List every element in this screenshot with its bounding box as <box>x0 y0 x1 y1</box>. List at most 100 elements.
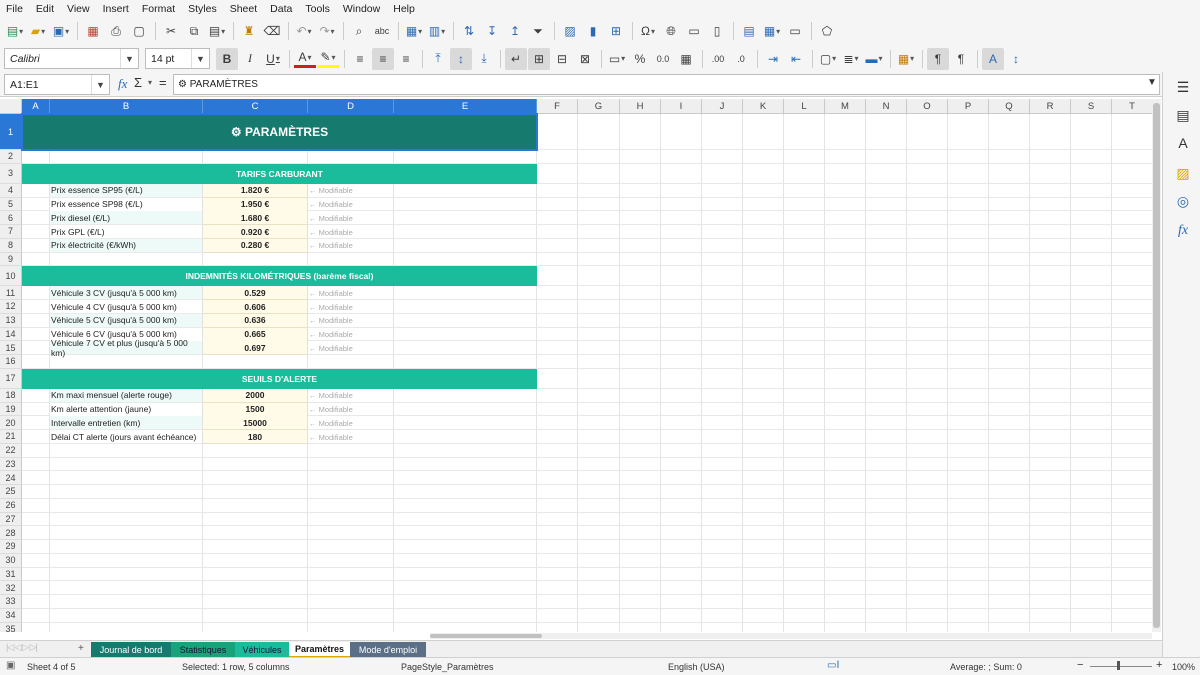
row-header-18[interactable]: 18 <box>0 388 22 403</box>
parameter-value[interactable]: 1500 <box>203 402 308 417</box>
modifiable-note[interactable]: ← Modifiable <box>309 300 353 314</box>
menu-edit[interactable]: Edit <box>36 3 54 15</box>
menu-tools[interactable]: Tools <box>305 3 330 15</box>
zoom-level[interactable]: 100% <box>1172 662 1195 672</box>
align-left-icon[interactable]: ≡ <box>349 48 371 70</box>
column-header-j[interactable]: J <box>702 99 743 114</box>
freeze-rows-columns-icon[interactable]: ▦ <box>761 20 783 42</box>
decrease-indent-icon[interactable]: ⇤ <box>785 48 807 70</box>
menu-styles[interactable]: Styles <box>188 3 217 15</box>
font-size-combo[interactable]: 14 pt ▼ <box>145 48 210 69</box>
sort-descending-icon[interactable]: ↥ <box>504 20 526 42</box>
parameter-label[interactable]: Véhicule 4 CV (jusqu'à 5 000 km) <box>50 300 203 314</box>
unmerge-cells-icon[interactable]: ⊠ <box>574 48 596 70</box>
parameter-value[interactable]: 1.820 € <box>203 183 308 198</box>
spelling-icon[interactable]: abc <box>371 20 393 42</box>
modifiable-note[interactable]: ← Modifiable <box>309 341 353 355</box>
row-header-28[interactable]: 28 <box>0 526 22 540</box>
border-color-icon[interactable]: ▬ <box>863 48 885 70</box>
comment-icon[interactable]: ▭ <box>683 20 705 42</box>
column-header-m[interactable]: M <box>825 99 866 114</box>
navigator-icon[interactable]: ◎ <box>1172 190 1194 212</box>
undo-icon[interactable]: ↶ <box>293 20 315 42</box>
column-header-e[interactable]: E <box>394 99 537 114</box>
parameter-label[interactable]: Prix essence SP95 (€/L) <box>50 183 203 198</box>
zoom-in-icon[interactable]: + <box>1156 659 1162 671</box>
underline-icon[interactable]: U <box>262 48 284 70</box>
page-style[interactable]: PageStyle_Paramètres <box>401 662 494 672</box>
row-header-14[interactable]: 14 <box>0 327 22 342</box>
conditional-format-icon[interactable]: ▦ <box>895 48 917 70</box>
modifiable-note[interactable]: ← Modifiable <box>309 211 353 225</box>
merge-center-icon[interactable]: ⊞ <box>528 47 550 70</box>
parameter-value[interactable]: 2000 <box>203 388 308 403</box>
percent-format-icon[interactable]: % <box>629 48 651 70</box>
borders-icon[interactable]: ▢ <box>817 48 839 70</box>
row-header-29[interactable]: 29 <box>0 540 22 554</box>
highlight-color-icon[interactable]: ✎ <box>317 50 339 68</box>
spreadsheet-grid[interactable]: ABCDEFGHIJKLMNOPQRST 1 2 3 4 5 6 7 8 9 10 11 12 13 14… <box>0 99 1152 632</box>
find-replace-icon[interactable]: ⌕ <box>348 20 370 42</box>
date-format-icon[interactable]: ▦ <box>675 48 697 70</box>
parameter-label[interactable]: Véhicule 5 CV (jusqu'à 5 000 km) <box>50 313 203 328</box>
menu-view[interactable]: View <box>67 3 90 15</box>
clear-formatting-icon[interactable]: ⌫ <box>261 20 283 42</box>
row-header-13[interactable]: 13 <box>0 313 22 328</box>
row-header-32[interactable]: 32 <box>0 581 22 595</box>
sheet-tab-4[interactable]: Paramètres <box>289 642 350 658</box>
modifiable-note[interactable]: ← Modifiable <box>309 184 353 198</box>
row-header-22[interactable]: 22 <box>0 443 22 458</box>
parameter-label[interactable]: Prix essence SP98 (€/L) <box>50 197 203 212</box>
zoom-slider[interactable] <box>1090 666 1152 667</box>
row-header-19[interactable]: 19 <box>0 402 22 417</box>
parameter-label[interactable]: Véhicule 3 CV (jusqu'à 5 000 km) <box>50 286 203 301</box>
row-header-23[interactable]: 23 <box>0 457 22 472</box>
column-header-i[interactable]: I <box>661 99 702 114</box>
text-horizontal-icon[interactable]: A <box>982 47 1004 70</box>
parameter-value[interactable]: 180 <box>203 430 308 444</box>
parameter-value[interactable]: 0.280 € <box>203 238 308 253</box>
horizontal-scroll-thumb[interactable] <box>430 634 542 638</box>
row-header-33[interactable]: 33 <box>0 595 22 609</box>
sheet-tab-3[interactable]: Véhicules <box>235 642 289 658</box>
selection-mode-icon[interactable]: ▭Ⅰ <box>827 660 839 671</box>
font-color-icon[interactable]: A <box>294 50 316 68</box>
insert-image-icon[interactable]: ▨ <box>559 20 581 42</box>
modifiable-note[interactable]: ← Modifiable <box>309 239 353 253</box>
parameter-value[interactable]: 15000 <box>203 416 308 431</box>
chevron-down-icon[interactable]: ▼ <box>120 49 138 68</box>
row-header-21[interactable]: 21 <box>0 430 22 444</box>
section-header[interactable]: TARIFS CARBURANT <box>22 163 537 184</box>
parameter-value[interactable]: 1.680 € <box>203 211 308 226</box>
column-header-l[interactable]: L <box>784 99 825 114</box>
function-wizard-icon[interactable]: fx <box>118 76 127 92</box>
parameter-label[interactable]: Prix diesel (€/L) <box>50 211 203 226</box>
menu-data[interactable]: Data <box>270 3 292 15</box>
column-header-c[interactable]: C <box>203 99 308 114</box>
row-header-15[interactable]: 15 <box>0 341 22 355</box>
row-header-25[interactable]: 25 <box>0 485 22 499</box>
chevron-down-icon[interactable]: ▾ <box>148 78 152 87</box>
parameter-value[interactable]: 0.920 € <box>203 225 308 239</box>
insert-chart-icon[interactable]: ▮ <box>582 20 604 42</box>
text-vertical-icon[interactable]: ↕ <box>1005 48 1027 70</box>
section-header[interactable]: INDEMNITÉS KILOMÉTRIQUES (barème fiscal) <box>22 266 537 287</box>
row-header-17[interactable]: 17 <box>0 368 22 389</box>
hyperlink-icon[interactable]: 🌐︎ <box>660 20 682 42</box>
number-format-icon[interactable]: 0.0 <box>652 48 674 70</box>
sheet-tab-5[interactable]: Mode d'emploi <box>350 642 426 658</box>
copy-icon[interactable]: ⧉ <box>183 20 205 42</box>
print-icon[interactable]: ⎙ <box>105 20 127 42</box>
parameter-label[interactable]: Km alerte attention (jaune) <box>50 402 203 417</box>
increase-indent-icon[interactable]: ⇥ <box>762 48 784 70</box>
menu-format[interactable]: Format <box>142 3 175 15</box>
row-header-20[interactable]: 20 <box>0 416 22 430</box>
row-header-1[interactable]: 1 <box>0 114 22 150</box>
parameter-label[interactable]: Km maxi mensuel (alerte rouge) <box>50 388 203 403</box>
row-header-5[interactable]: 5 <box>0 197 22 212</box>
parameter-label[interactable]: Prix GPL (€/L) <box>50 225 203 239</box>
chevron-down-icon[interactable]: ▼ <box>91 75 109 94</box>
parameter-value[interactable]: 0.665 <box>203 327 308 342</box>
styles-icon[interactable]: A <box>1172 132 1194 154</box>
column-header-b[interactable]: B <box>50 99 203 114</box>
